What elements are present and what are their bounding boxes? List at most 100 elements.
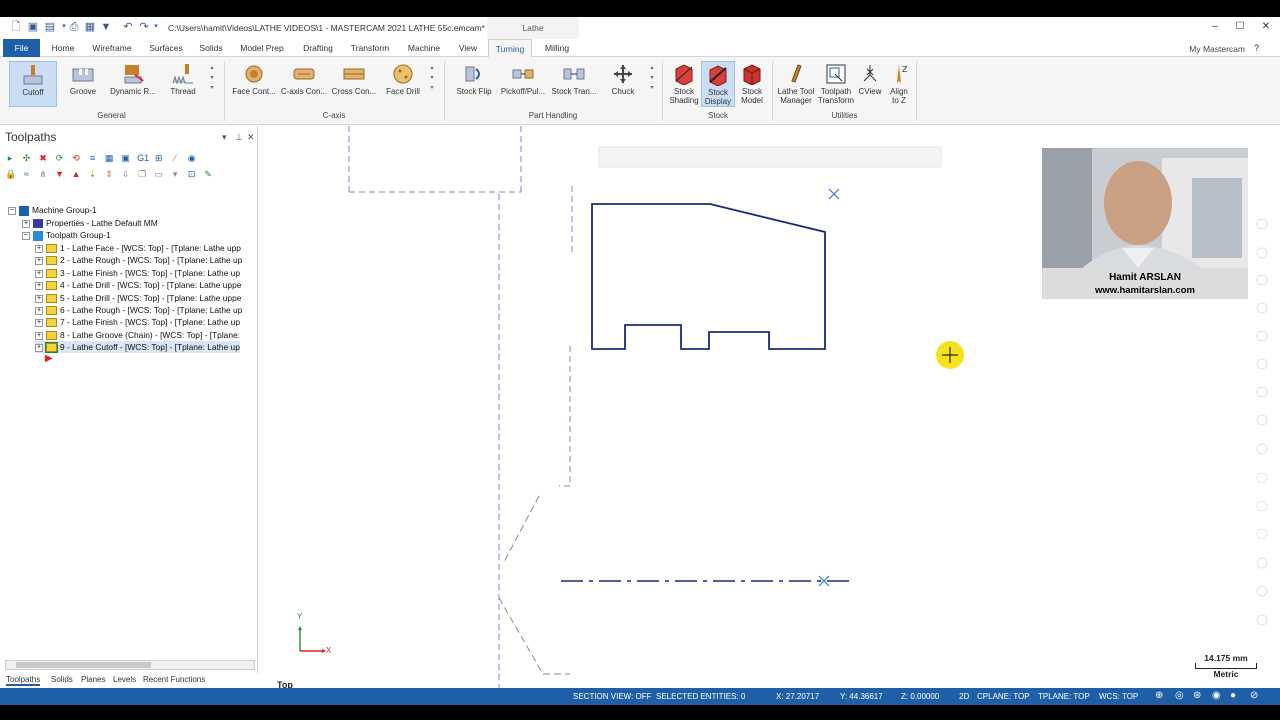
expand-icon[interactable]: + [35,318,43,327]
face-contour-button[interactable]: Face Cont... [230,61,278,107]
stock-shading-button[interactable]: Stock Shading [667,61,701,107]
sphere-icon[interactable]: ● [1230,690,1236,701]
tree-op-6[interactable]: +6 - Lathe Rough - [WCS: Top] - [Tplane:… [35,304,242,316]
tree-properties[interactable]: + Properties - Lathe Default MM [22,217,158,229]
customize-icon[interactable]: ▾ [150,21,162,33]
tree-op-1[interactable]: +1 - Lathe Face - [WCS: Top] - [Tplane: … [35,242,241,254]
shading-icon[interactable]: ◉ [1212,690,1221,701]
minimize-icon[interactable]: – [1205,19,1225,35]
tree-op-7[interactable]: +7 - Lathe Finish - [WCS: Top] - [Tplane… [35,316,240,328]
insert-arrow-marker-icon[interactable]: ▶ [45,353,53,365]
move-down-icon[interactable]: ▼ [55,169,65,179]
face-drill-button[interactable]: Face Drill [382,61,424,107]
globe-icon[interactable]: ⊕ [1155,690,1163,701]
copy-icon[interactable]: ❐ [137,169,147,179]
insert-arrow-up-icon[interactable]: ⇕ [104,169,114,179]
right-view-toolbar[interactable] [1256,218,1268,626]
redo-icon[interactable]: ↷ [138,21,150,33]
scrollbar-thumb[interactable] [16,662,151,668]
my-mastercam-link[interactable]: My Mastercam [1189,44,1245,54]
expand-icon[interactable]: + [35,343,43,352]
delete-icon[interactable]: ⁄ [170,153,180,163]
tab-surfaces[interactable]: Surfaces [145,39,187,57]
move-up-icon[interactable]: ▲ [71,169,81,179]
section-view-status[interactable]: SECTION VIEW: OFF [573,692,652,701]
tree-toolpath-group[interactable]: − Toolpath Group-1 [22,229,111,241]
new-file-icon[interactable]: 🗋 [10,21,22,33]
tab-model-prep[interactable]: Model Prep [236,39,288,57]
floating-toolbar[interactable] [598,146,942,168]
insert-arrow-icon[interactable]: ⇣ [88,169,98,179]
general-scroll-icon[interactable]: ▴ ▾ ▾ [208,63,216,93]
groove-button[interactable]: Groove [63,61,103,107]
tab-turning[interactable]: Turning [488,39,532,57]
scroll-icon[interactable]: ⇩ [121,169,131,179]
stock-flip-button[interactable]: Stock Flip [452,61,496,107]
expand-icon[interactable]: + [35,331,43,340]
pickoff-pull-button[interactable]: Pickoff/Pul... [499,61,547,107]
tree-op-3[interactable]: +3 - Lathe Finish - [WCS: Top] - [Tplane… [35,267,240,279]
caxis-contour-button[interactable]: C-axis Con... [280,61,328,107]
pin-icon[interactable]: ⊥ [235,132,243,143]
deselect-icon[interactable]: ✖ [38,153,48,163]
expand-icon[interactable]: + [35,294,43,303]
tree-horizontal-scrollbar[interactable] [5,660,255,670]
tab-transform[interactable]: Transform [347,39,393,57]
part-handling-scroll-icon[interactable]: ▴ ▾ ▾ [648,63,656,93]
dynamic-rough-button[interactable]: Dynamic R... [108,61,158,107]
mode-2d-toggle[interactable]: 2D [959,692,969,701]
select-all-icon[interactable]: ▸ [5,153,15,163]
single-icon[interactable]: ▭ [154,169,164,179]
wcs-icon[interactable]: ⊡ [187,169,197,179]
lathe-tool-manager-button[interactable]: Lathe Tool Manager [776,61,816,107]
tab-view[interactable]: View [452,39,484,57]
toggle-skip-icon[interactable]: ⋔ [38,169,48,179]
undo-icon[interactable]: ↶ [122,21,134,33]
thread-button[interactable]: Thread [163,61,203,107]
align-to-z-button[interactable]: Z Align to Z [885,61,913,107]
tab-toolpaths[interactable]: Toolpaths [6,675,41,686]
cplane-status[interactable]: CPLANE: TOP [977,692,1030,701]
tab-recent-functions[interactable]: Recent Functions [143,675,205,684]
wcs-status[interactable]: WCS: TOP [1099,692,1138,701]
select-icon[interactable]: ✣ [22,153,32,163]
help-circle-icon[interactable]: ◉ [187,153,197,163]
regen-icon[interactable]: ⟳ [55,153,65,163]
tree-op-5[interactable]: +5 - Lathe Drill - [WCS: Top] - [Tplane:… [35,292,241,304]
tab-planes[interactable]: Planes [81,675,105,684]
tab-wireframe[interactable]: Wireframe [88,39,136,57]
open-folder-icon[interactable]: ▤ [44,21,56,33]
cutoff-button[interactable]: Cutoff [9,61,57,107]
collapse-icon[interactable]: − [8,206,16,215]
tab-file[interactable]: File [3,39,40,57]
tab-milling[interactable]: Milling [537,39,577,57]
stock-display-button[interactable]: Stock Display [701,61,735,107]
tab-solids-manager[interactable]: Solids [51,675,73,684]
tree-op-2[interactable]: +2 - Lathe Rough - [WCS: Top] - [Tplane:… [35,254,242,266]
view-cube-icon[interactable]: ◎ [1175,690,1184,701]
expand-icon[interactable]: + [22,219,30,228]
expand-icon[interactable]: + [35,256,43,265]
expand-icon[interactable]: + [35,269,43,278]
dropdown-icon[interactable]: ▾ [170,169,180,179]
toggle-display-icon[interactable]: ≈ [22,169,32,179]
cview-button[interactable]: CView [857,61,883,107]
cross-contour-button[interactable]: Cross Con... [330,61,378,107]
lock-icon[interactable]: 🔒 [5,169,16,179]
part-profile[interactable] [591,203,826,350]
expand-icon[interactable]: + [35,281,43,290]
tree-machine-group[interactable]: − Machine Group-1 [8,204,97,216]
tab-drafting[interactable]: Drafting [296,39,340,57]
tree-op-9[interactable]: +9 - Lathe Cutoff - [WCS: Top] - [Tplane… [35,341,240,354]
tab-levels[interactable]: Levels [113,675,136,684]
close-icon[interactable]: ✕ [1256,19,1276,35]
expand-icon[interactable]: + [35,306,43,315]
caxis-scroll-icon[interactable]: ▴ ▾ ▾ [428,63,436,93]
tab-home[interactable]: Home [45,39,81,57]
regen-dirty-icon[interactable]: ⟲ [71,153,81,163]
save-icon[interactable]: ▣ [27,21,39,33]
bookmark-icon[interactable]: ▼ [100,21,112,33]
tree-op-8[interactable]: +8 - Lathe Groove (Chain) - [WCS: Top] -… [35,329,240,341]
expand-icon[interactable]: + [35,244,43,253]
gnomon-icon[interactable]: ⊛ [1193,690,1201,701]
